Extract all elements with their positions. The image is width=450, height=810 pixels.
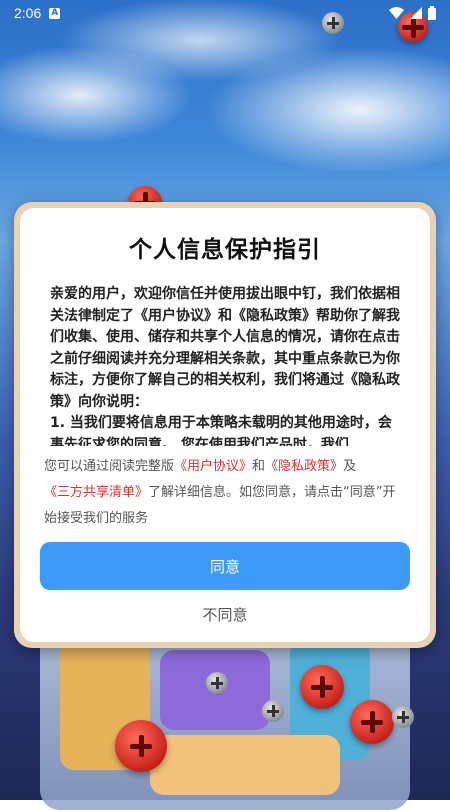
gray-screw-icon [392, 706, 414, 728]
status-icons [389, 6, 436, 20]
red-screw-icon [350, 700, 394, 744]
disagree-button[interactable]: 不同意 [20, 604, 430, 625]
agree-button[interactable]: 同意 [40, 542, 410, 590]
privacy-dialog: 个人信息保护指引 亲爱的用户，欢迎你信任并使用拔出眼中钉，我们依据相关法律制定了… [14, 202, 436, 648]
signal-icon [410, 7, 422, 19]
dialog-body-paragraph: 亲爱的用户，欢迎你信任并使用拔出眼中钉，我们依据相关法律制定了《用户协议》和《隐… [50, 286, 400, 410]
wifi-icon [389, 7, 404, 19]
background-piece [150, 735, 340, 795]
gray-screw-icon [206, 672, 228, 694]
footer-text: 和 [252, 459, 266, 474]
dialog-body-paragraph: 1. 当我们要将信息用于本策略未载明的其他用途时，会事先征求您的同意。 您在使用… [50, 415, 392, 446]
footer-text: 您可以通过阅读完整版 [44, 459, 175, 474]
third-party-list-link[interactable]: 《三方共享清单》 [44, 485, 148, 500]
notification-icon: A [49, 7, 61, 19]
privacy-policy-link[interactable]: 《隐私政策》 [265, 459, 343, 474]
dialog-title: 个人信息保护指引 [129, 237, 321, 263]
status-bar: 2:06 A [0, 0, 450, 26]
privacy-dialog-panel: 个人信息保护指引 亲爱的用户，欢迎你信任并使用拔出眼中钉，我们依据相关法律制定了… [20, 208, 430, 642]
dialog-footer-text: 您可以通过阅读完整版《用户协议》和《隐私政策》及 《三方共享清单》了解详细信息。如… [44, 454, 406, 532]
red-screw-icon [115, 720, 167, 772]
gray-screw-icon [262, 700, 284, 722]
dialog-body-scroll[interactable]: 亲爱的用户，欢迎你信任并使用拔出眼中钉，我们依据相关法律制定了《用户协议》和《隐… [50, 284, 404, 446]
status-time: 2:06 [14, 5, 42, 21]
user-agreement-link[interactable]: 《用户协议》 [174, 459, 252, 474]
battery-icon [428, 6, 436, 20]
footer-text: 及 [343, 459, 357, 474]
red-screw-icon [300, 665, 344, 709]
